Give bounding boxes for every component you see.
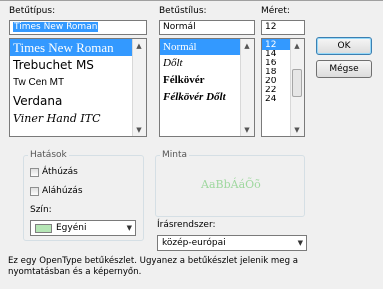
scroll-up-icon[interactable]: ▲ <box>241 39 253 52</box>
dialog-top-border <box>0 0 383 1</box>
font-list-item[interactable]: Times New Roman <box>10 39 146 56</box>
underline-label: Aláhúzás <box>42 186 83 196</box>
size-list-scrollbar[interactable]: ▲ ▼ <box>290 39 304 136</box>
font-name-input[interactable]: Times New Roman <box>9 20 147 35</box>
font-list-item[interactable]: Viner Hand ITC <box>10 110 146 128</box>
color-swatch <box>35 224 52 233</box>
size-label: Méret: <box>261 6 290 16</box>
scroll-up-icon[interactable]: ▲ <box>133 39 145 52</box>
font-list-item[interactable]: Trebuchet MS <box>10 56 146 74</box>
color-value: Egyéni <box>56 223 87 233</box>
size-list[interactable]: 12 14 16 18 20 22 24 ▲ ▼ <box>261 38 305 137</box>
script-select[interactable]: közép-európai ▼ <box>157 235 307 251</box>
sample-preview: AaBbÁáÕõ <box>201 178 261 191</box>
underline-checkbox[interactable] <box>30 187 39 196</box>
scroll-down-icon[interactable]: ▼ <box>241 123 253 136</box>
chevron-down-icon: ▼ <box>126 224 132 232</box>
sample-title: Minta <box>160 150 190 160</box>
ok-button[interactable]: OK <box>316 37 372 55</box>
scroll-down-icon[interactable]: ▼ <box>133 123 145 136</box>
strikeout-label: Áthúzás <box>42 167 78 177</box>
color-label: Szín: <box>30 205 52 215</box>
color-select[interactable]: Egyéni ▼ <box>30 220 136 236</box>
cancel-button[interactable]: Mégse <box>316 60 372 78</box>
style-input[interactable]: Normál <box>159 20 255 35</box>
font-description: Ez egy OpenType betűkészlet. Ugyanez a b… <box>8 256 299 277</box>
font-list[interactable]: Times New Roman Trebuchet MS Tw Cen MT V… <box>9 38 147 137</box>
size-input[interactable]: 12 <box>261 20 305 35</box>
font-list-scrollbar[interactable]: ▲ ▼ <box>132 39 146 136</box>
script-label: Írásrendszer: <box>157 220 216 230</box>
scroll-thumb[interactable] <box>292 69 302 97</box>
scroll-up-icon[interactable]: ▲ <box>291 39 303 52</box>
chevron-down-icon: ▼ <box>297 239 303 247</box>
effects-title: Hatások <box>28 150 69 160</box>
style-list-scrollbar[interactable]: ▲ ▼ <box>240 39 254 136</box>
font-list-item[interactable]: Tw Cen MT <box>10 74 146 92</box>
style-list[interactable]: Normál Dőlt Félkövér Félkövér Dőlt ▲ ▼ <box>159 38 255 137</box>
font-label: Betűtípus: <box>9 6 56 16</box>
style-label: Betűstílus: <box>159 6 207 16</box>
font-list-item[interactable]: Verdana <box>10 92 146 110</box>
scroll-down-icon[interactable]: ▼ <box>291 123 303 136</box>
script-value: közép-európai <box>162 238 226 248</box>
strikeout-checkbox[interactable] <box>30 168 39 177</box>
font-name-input-text: Times New Roman <box>13 22 99 32</box>
